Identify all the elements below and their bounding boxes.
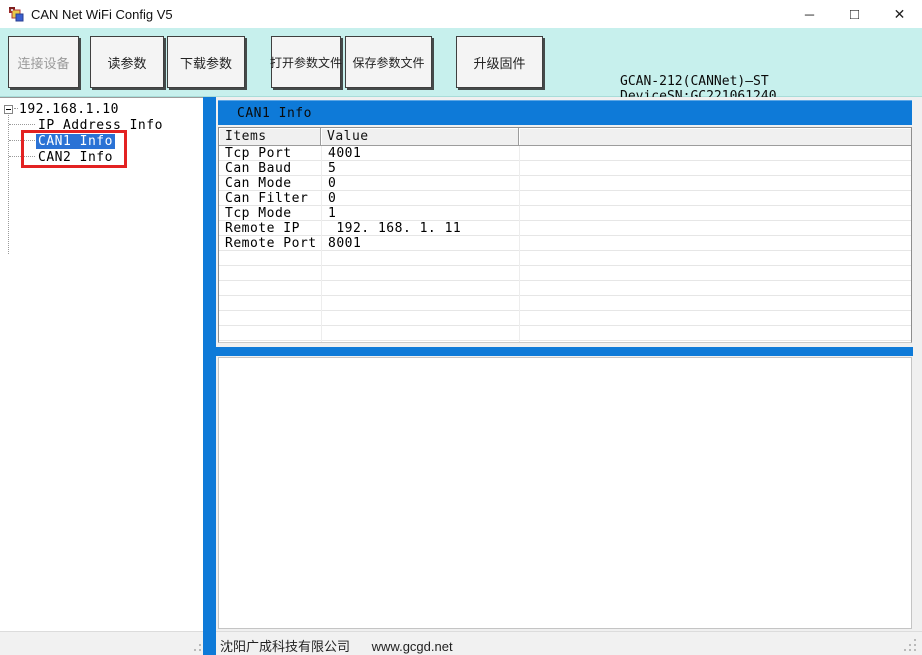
toolbar: 连接设备 读参数 下载参数 打开参数文件 保存参数文件 升级固件 GCAN-21… bbox=[0, 28, 922, 97]
table-row[interactable]: Remote IP 192. 168. 1. 11 bbox=[219, 221, 911, 236]
title-bar: CAN Net WiFi Config V5 ─ □ ✕ bbox=[0, 0, 922, 28]
tree-connector-line bbox=[8, 112, 9, 254]
window-controls: ─ □ ✕ bbox=[787, 0, 922, 28]
horizontal-splitter[interactable] bbox=[216, 347, 913, 356]
param-name: Can Mode bbox=[219, 176, 321, 191]
param-name: Tcp Port bbox=[219, 146, 321, 161]
tree-connector-line bbox=[9, 140, 35, 141]
table-row[interactable]: Tcp Port 4001 bbox=[219, 146, 911, 161]
param-name: Remote IP bbox=[219, 221, 321, 236]
param-name: Can Filter bbox=[219, 191, 321, 206]
table-row[interactable]: Remote Port 8001 bbox=[219, 236, 911, 251]
tree-collapse-icon[interactable] bbox=[4, 105, 13, 114]
column-header-filler bbox=[519, 128, 911, 146]
param-value: 4001 bbox=[321, 146, 361, 161]
resize-grip-right[interactable] bbox=[902, 637, 918, 653]
status-bar: 沈阳广成科技有限公司 www.gcgd.net bbox=[0, 631, 922, 655]
upgrade-firmware-button[interactable]: 升级固件 bbox=[456, 36, 543, 88]
panel-title: CAN1 Info bbox=[237, 106, 312, 121]
param-name: Tcp Mode bbox=[219, 206, 321, 221]
tree-root-label[interactable]: 192.168.1.10 bbox=[17, 102, 121, 117]
table-header-row: Items Value bbox=[219, 128, 911, 146]
param-value: 1 bbox=[321, 206, 336, 221]
column-header-value[interactable]: Value bbox=[321, 128, 519, 146]
param-value: 192. 168. 1. 11 bbox=[321, 221, 461, 236]
param-value: 5 bbox=[321, 161, 336, 176]
app-icon bbox=[8, 6, 24, 22]
tree-node-can2-info[interactable]: CAN2 Info bbox=[36, 149, 115, 165]
company-name: 沈阳广成科技有限公司 bbox=[220, 639, 350, 654]
window-title: CAN Net WiFi Config V5 bbox=[31, 7, 173, 22]
tree-connector-line bbox=[9, 156, 35, 157]
minimize-button[interactable]: ─ bbox=[787, 0, 832, 28]
maximize-button[interactable]: □ bbox=[832, 0, 877, 28]
vertical-splitter[interactable] bbox=[203, 97, 216, 655]
column-header-items[interactable]: Items bbox=[219, 128, 321, 146]
device-tree: 192.168.1.10 IP Address Info CAN1 Info C… bbox=[0, 97, 203, 631]
table-row[interactable]: Can Baud 5 bbox=[219, 161, 911, 176]
open-params-file-button[interactable]: 打开参数文件 bbox=[271, 36, 341, 88]
tree-connector-line bbox=[9, 124, 35, 125]
log-panel bbox=[218, 357, 912, 629]
table-row[interactable]: Tcp Mode 1 bbox=[219, 206, 911, 221]
connect-device-button[interactable]: 连接设备 bbox=[8, 36, 79, 88]
table-body: Tcp Port 4001 Can Baud 5 Can Mode 0 Can … bbox=[219, 146, 911, 342]
params-table: Items Value Tcp Port 4001 Can Baud 5 Can… bbox=[218, 127, 912, 343]
param-value: 0 bbox=[321, 191, 336, 206]
download-params-button[interactable]: 下载参数 bbox=[167, 36, 245, 88]
param-name: Can Baud bbox=[219, 161, 321, 176]
param-value: 8001 bbox=[321, 236, 361, 251]
tree-node-device-root[interactable]: 192.168.1.10 bbox=[0, 101, 121, 117]
close-button[interactable]: ✕ bbox=[877, 0, 922, 28]
table-row[interactable]: Can Mode 0 bbox=[219, 176, 911, 191]
param-value: 0 bbox=[321, 176, 336, 191]
save-params-file-button[interactable]: 保存参数文件 bbox=[345, 36, 432, 88]
tree-node-can1-info[interactable]: CAN1 Info bbox=[36, 133, 115, 149]
device-model: GCAN-212(CANNet)—ST bbox=[620, 74, 777, 89]
read-params-button[interactable]: 读参数 bbox=[90, 36, 164, 88]
panel-header-can1-info: CAN1 Info bbox=[218, 100, 912, 125]
table-row[interactable]: Can Filter 0 bbox=[219, 191, 911, 206]
tree-node-ip-address-info[interactable]: IP Address Info bbox=[36, 117, 165, 133]
website-link: www.gcgd.net bbox=[372, 639, 453, 654]
status-text: 沈阳广成科技有限公司 www.gcgd.net bbox=[220, 636, 453, 655]
param-name: Remote Port bbox=[219, 236, 321, 251]
